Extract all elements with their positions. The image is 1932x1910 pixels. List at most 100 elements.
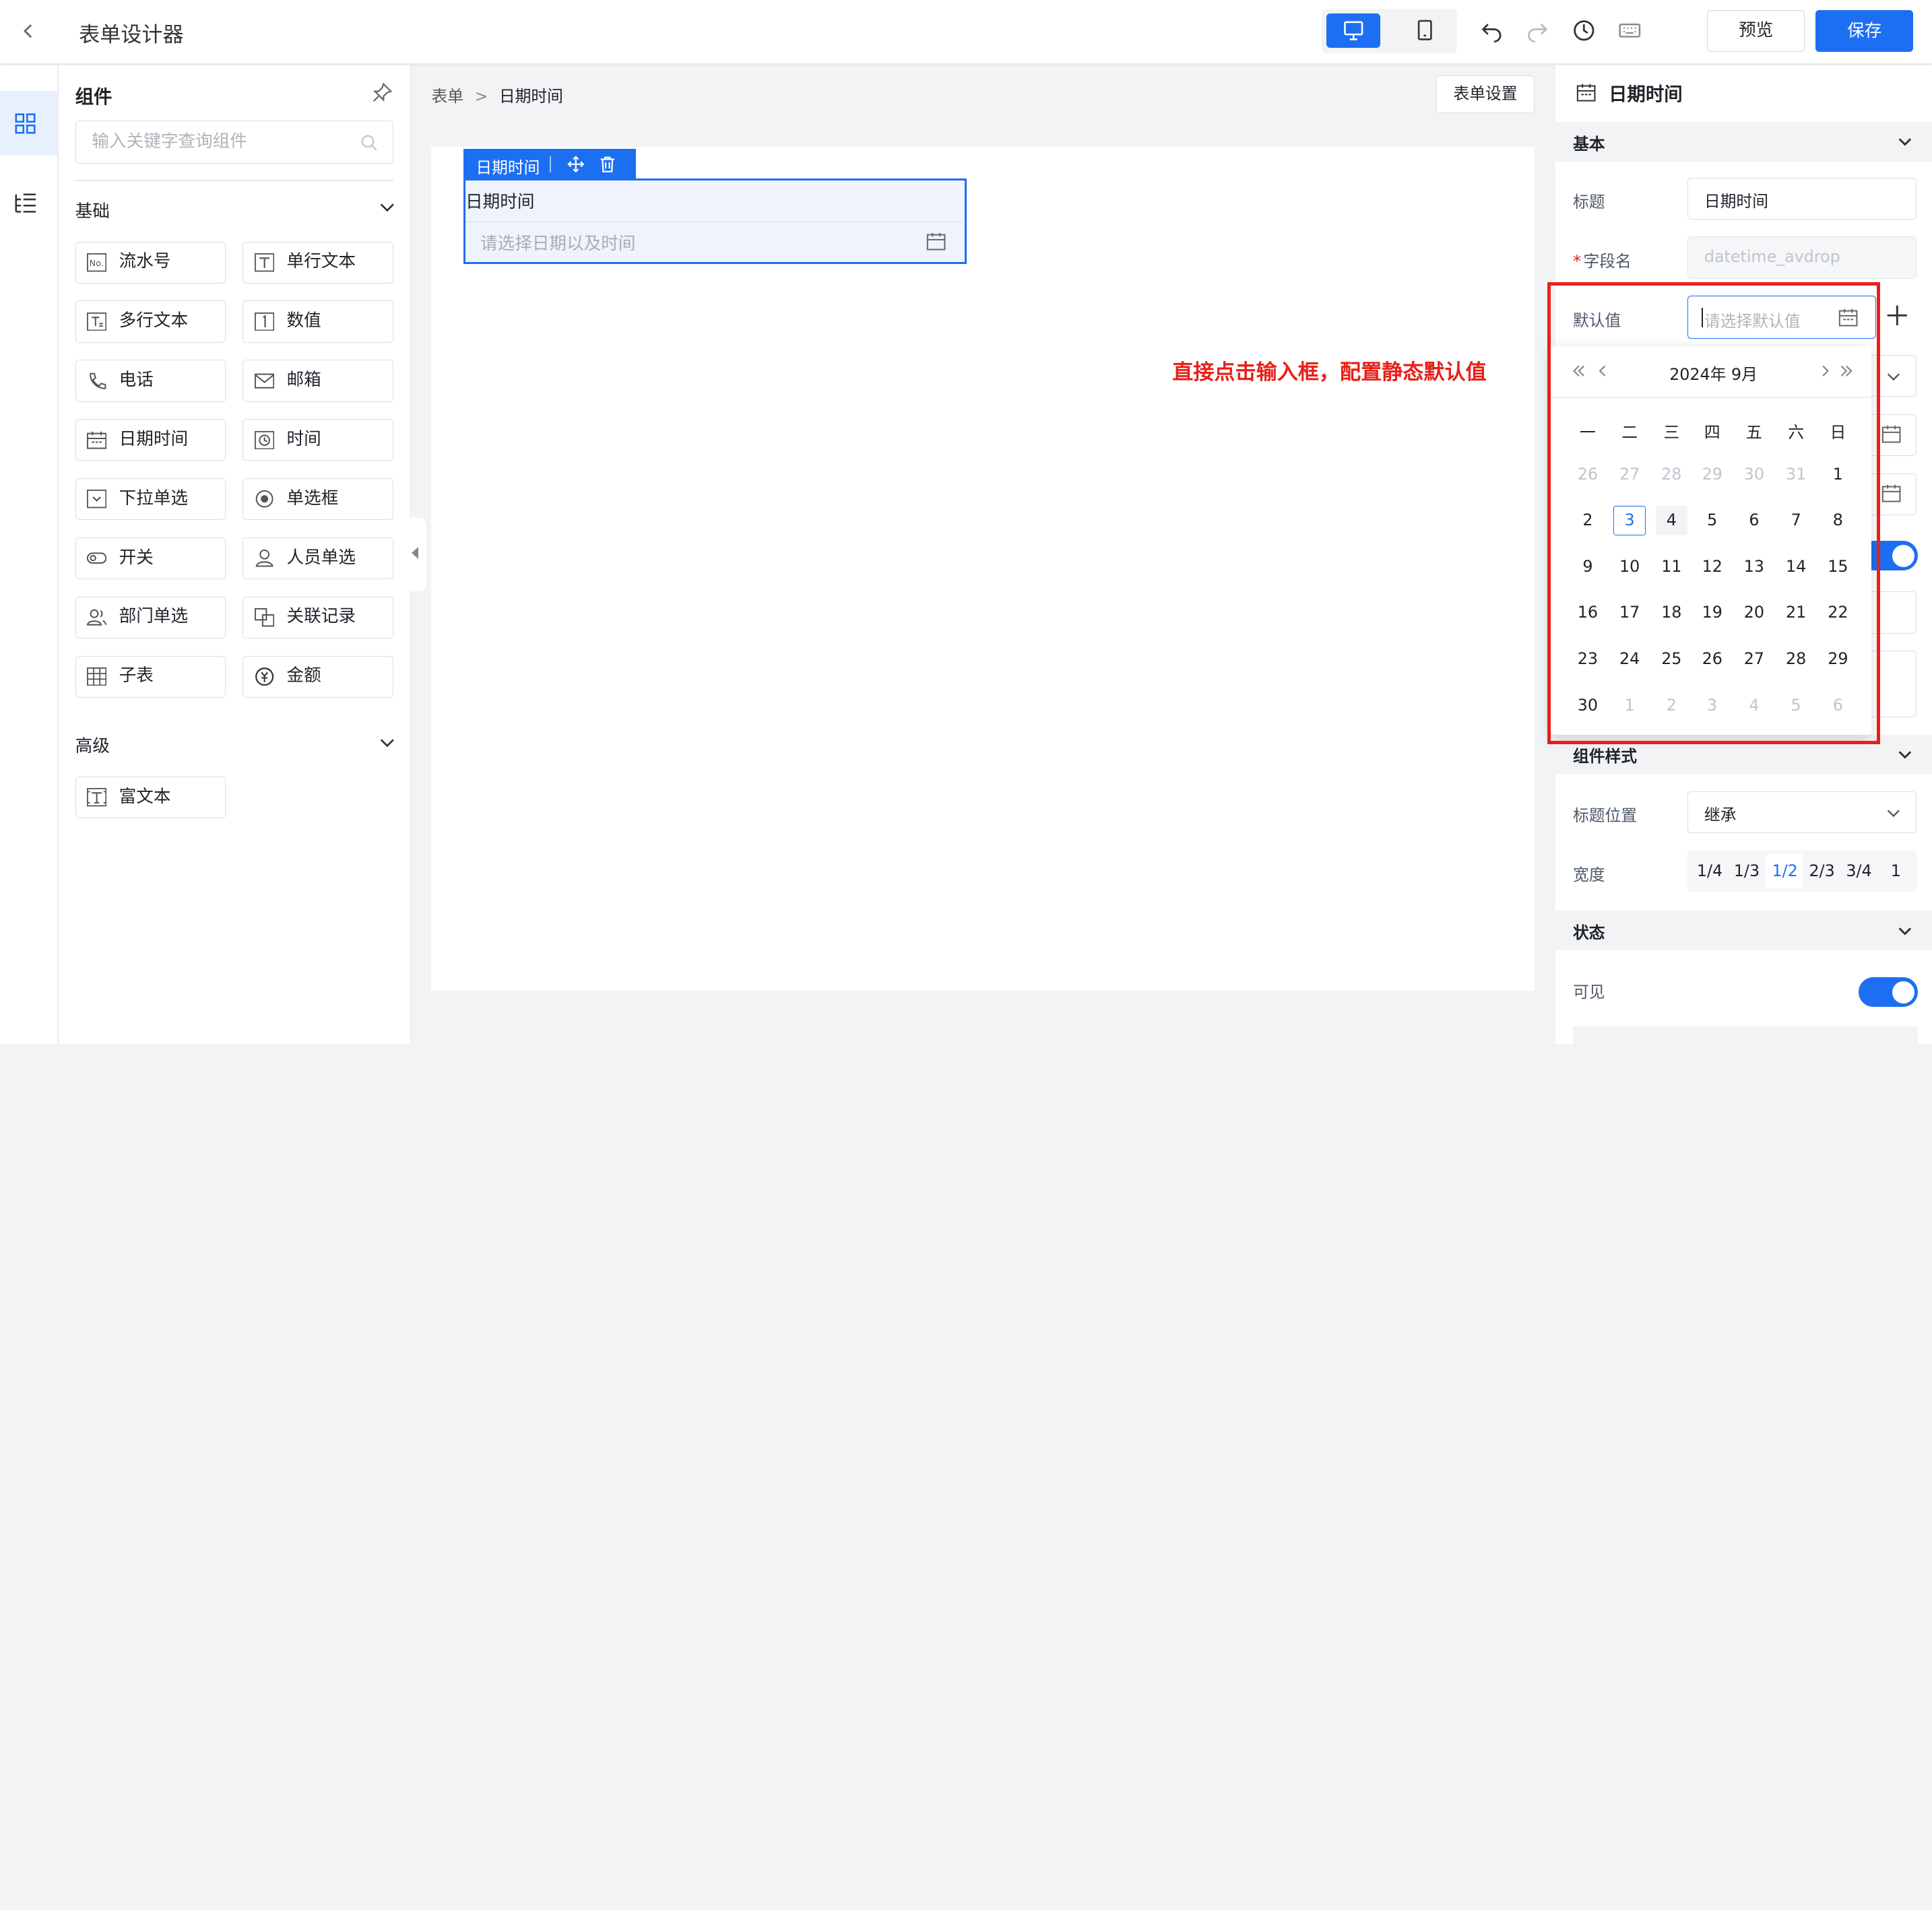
width-option[interactable]: 1/4 [1692, 861, 1729, 880]
breadcrumb-root[interactable]: 表单 [431, 87, 463, 106]
calendar-icon [1882, 426, 1901, 443]
number-icon [254, 312, 275, 331]
toggle-knob [1892, 544, 1914, 567]
component-time[interactable]: 时间 [243, 419, 393, 461]
component-label: 下拉单选 [119, 488, 189, 508]
tablet-view-button[interactable] [1398, 13, 1452, 48]
toolbar-divider [550, 156, 551, 173]
add-icon[interactable] [1885, 303, 1910, 328]
keyboard-icon[interactable] [1617, 18, 1642, 43]
breadcrumb-current: 日期时间 [498, 86, 563, 106]
width-option[interactable]: 1 [1877, 861, 1914, 880]
panel-divider [75, 180, 393, 181]
component-subtable[interactable]: 子表 [75, 655, 226, 698]
component-email[interactable]: 邮箱 [243, 360, 393, 402]
section-title: 组件样式 [1572, 747, 1637, 766]
chevron-down-icon [1898, 751, 1912, 759]
component-rich-text[interactable]: 富文本 [75, 776, 226, 819]
width-option-selected[interactable]: 1/2 [1766, 854, 1804, 889]
component-label: 电话 [119, 370, 154, 391]
calendar-icon [1882, 485, 1901, 502]
mail-icon [254, 373, 275, 389]
field-name-label-text: 字段名 [1583, 251, 1632, 271]
component-label: 富文本 [119, 786, 171, 807]
serial-number-icon: No. [87, 253, 107, 272]
width-label: 宽度 [1572, 865, 1605, 885]
visible-toggle[interactable] [1859, 977, 1919, 1008]
component-single-line-text[interactable]: 单行文本 [243, 241, 393, 284]
component-phone[interactable]: 电话 [75, 360, 226, 402]
caret-left-icon [411, 547, 419, 560]
section-basic[interactable]: 基本 [1555, 122, 1932, 162]
field-name-prop-label: * 字段名 [1573, 248, 1632, 271]
component-user-single[interactable]: 人员单选 [243, 537, 393, 580]
title-prop-input[interactable]: 日期时间 [1687, 177, 1917, 220]
width-option[interactable]: 2/3 [1803, 861, 1840, 880]
save-button[interactable]: 保存 [1815, 9, 1913, 52]
components-panel: 组件 基础 No. 流水号 单行文本 多行文本 数值 [59, 65, 410, 1044]
tree-list-icon [15, 193, 36, 213]
component-department-single[interactable]: 部门单选 [75, 596, 226, 638]
back-icon[interactable] [18, 18, 42, 44]
pin-icon[interactable] [371, 81, 393, 104]
section-state[interactable]: 状态 [1555, 911, 1932, 950]
desktop-view-button[interactable] [1326, 13, 1381, 48]
title-prop-value: 日期时间 [1704, 192, 1768, 211]
component-multi-line-text[interactable]: 多行文本 [75, 300, 226, 343]
form-canvas [431, 146, 1535, 991]
redo-icon[interactable] [1525, 18, 1550, 43]
component-number[interactable]: 数值 [243, 300, 393, 343]
required-mark: * [1572, 251, 1581, 271]
component-related-record[interactable]: 关联记录 [243, 596, 393, 638]
collapse-panel-handle[interactable] [409, 517, 427, 592]
form-settings-button[interactable]: 表单设置 [1436, 75, 1535, 114]
datetime-field-input[interactable]: 请选择日期以及时间 [465, 221, 964, 261]
component-label: 关联记录 [286, 606, 356, 627]
app-root: 表单设计器 预览 保存 组件 输入关键字查询组件 基础 No. 流水号 单行文本… [0, 0, 1932, 1044]
title-prop-label: 标题 [1572, 192, 1605, 211]
component-label: 开关 [119, 547, 154, 568]
component-label: 单行文本 [286, 251, 356, 272]
component-switch[interactable]: 开关 [75, 537, 226, 580]
group-header-advanced[interactable]: 高级 [75, 732, 396, 759]
component-datetime[interactable]: 日期时间 [75, 419, 226, 461]
phone-icon [90, 372, 106, 389]
component-label: 多行文本 [119, 310, 189, 331]
chevron-down-icon [1887, 810, 1900, 818]
rail-outline-tab[interactable] [0, 171, 58, 235]
component-serial-number[interactable]: No. 流水号 [75, 241, 226, 284]
field-name-prop-value: datetime_avdrop [1704, 246, 1840, 266]
department-icon [87, 609, 107, 626]
components-panel-title: 组件 [75, 86, 112, 108]
currency-icon [255, 667, 274, 686]
rail-components-tab[interactable] [0, 91, 58, 156]
chevron-down-icon [380, 738, 394, 748]
calendar-icon [927, 233, 946, 251]
width-option[interactable]: 3/4 [1840, 861, 1877, 880]
datetime-field[interactable]: 日期时间 请选择日期以及时间 [463, 178, 967, 264]
dropdown-icon [87, 490, 107, 508]
textarea-icon [87, 312, 107, 331]
component-radio[interactable]: 单选框 [243, 478, 393, 521]
annotation-text: 直接点击输入框，配置静态默认值 [1172, 360, 1487, 385]
monitor-icon [1344, 21, 1363, 40]
section-title: 状态 [1572, 923, 1605, 943]
toggle-knob [1892, 981, 1914, 1003]
group-header-basic[interactable]: 基础 [75, 197, 396, 224]
component-dropdown-single[interactable]: 下拉单选 [75, 478, 226, 521]
preview-button[interactable]: 预览 [1707, 9, 1805, 52]
component-search-input[interactable] [92, 131, 339, 152]
properties-header: 日期时间 [1555, 65, 1932, 120]
undo-icon[interactable] [1479, 18, 1504, 43]
move-icon[interactable] [567, 155, 585, 173]
component-label: 数值 [286, 310, 321, 331]
width-option[interactable]: 1/3 [1729, 861, 1766, 880]
field-label: 日期时间 [465, 192, 535, 213]
component-amount[interactable]: 金额 [243, 655, 393, 698]
chevron-down-icon [1898, 138, 1912, 147]
delete-icon[interactable] [599, 156, 616, 173]
rich-text-icon [87, 788, 107, 807]
title-position-select[interactable]: 继承 [1687, 791, 1917, 833]
history-icon[interactable] [1572, 18, 1597, 43]
title-position-value: 继承 [1704, 805, 1737, 825]
